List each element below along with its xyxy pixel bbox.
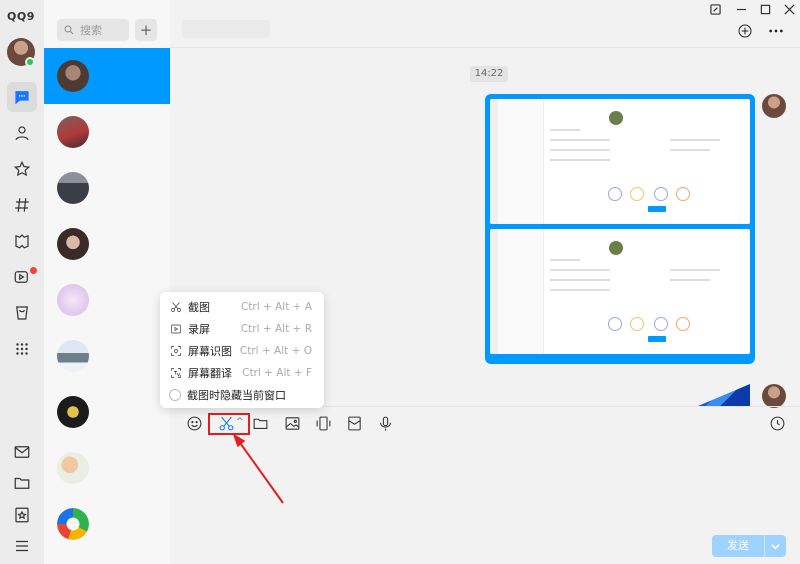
- message-timestamp: 14:22: [470, 66, 508, 82]
- screenshot-menu: 截图 Ctrl + Alt + A 录屏 Ctrl + Alt + R 屏幕识图…: [160, 292, 324, 408]
- menu-icon[interactable]: [7, 531, 37, 561]
- app-logo: QQ9: [7, 10, 35, 23]
- folder-icon[interactable]: [7, 468, 37, 498]
- history-icon[interactable]: [767, 413, 787, 433]
- microphone-icon[interactable]: [375, 413, 395, 433]
- image-message[interactable]: [698, 384, 750, 406]
- avatar: [57, 60, 89, 92]
- search-input[interactable]: 搜索: [57, 19, 129, 41]
- star-icon[interactable]: [7, 154, 37, 184]
- avatar: [57, 396, 89, 428]
- input-toolbar: ^: [170, 406, 800, 438]
- chat-title: [182, 20, 270, 38]
- mail-icon[interactable]: [7, 437, 37, 467]
- chevron-up-icon[interactable]: ^: [236, 417, 244, 427]
- list-item[interactable]: [44, 104, 170, 160]
- list-item[interactable]: [44, 216, 170, 272]
- add-button[interactable]: +: [135, 19, 157, 41]
- record-screen-icon: [169, 323, 182, 336]
- avatar: [57, 116, 89, 148]
- search-placeholder: 搜索: [80, 24, 102, 37]
- folder-icon[interactable]: [250, 413, 270, 433]
- add-chat-icon[interactable]: [736, 22, 754, 40]
- menu-item-screenshot[interactable]: 截图 Ctrl + Alt + A: [160, 296, 324, 318]
- apps-grid-icon[interactable]: [7, 334, 37, 364]
- note-icon[interactable]: [707, 2, 723, 16]
- list-item[interactable]: [44, 48, 170, 104]
- menu-item-screen-ocr[interactable]: 屏幕识图 Ctrl + Alt + O: [160, 340, 324, 362]
- avatar: [57, 340, 89, 372]
- chevron-down-icon: [771, 543, 780, 549]
- list-item[interactable]: [44, 328, 170, 384]
- hashtag-icon[interactable]: [7, 190, 37, 220]
- avatar: [57, 172, 89, 204]
- minimize-icon[interactable]: [733, 2, 749, 16]
- send-group: 发送: [712, 535, 786, 557]
- avatar: [57, 228, 89, 260]
- list-item[interactable]: [44, 160, 170, 216]
- send-options-button[interactable]: [764, 535, 786, 557]
- maximize-icon[interactable]: [757, 2, 773, 16]
- radio-icon[interactable]: [169, 389, 181, 401]
- avatar: [57, 284, 89, 316]
- close-icon[interactable]: [781, 2, 797, 16]
- avatar: [57, 452, 89, 484]
- list-item[interactable]: [44, 496, 170, 552]
- conversation-list: 搜索 +: [44, 0, 170, 564]
- chat-icon[interactable]: [7, 82, 37, 112]
- store-icon[interactable]: [7, 298, 37, 328]
- vibrate-icon[interactable]: [313, 413, 333, 433]
- more-icon[interactable]: [767, 22, 785, 40]
- avatar[interactable]: [762, 94, 786, 118]
- image-icon[interactable]: [282, 413, 302, 433]
- menu-item-screen-translate[interactable]: 屏幕翻译 Ctrl + Alt + F: [160, 362, 324, 384]
- screenshot-image[interactable]: [490, 229, 750, 354]
- chat-header: [170, 0, 800, 48]
- favorites-icon[interactable]: [7, 500, 37, 530]
- nav-rail: QQ9: [0, 0, 44, 564]
- screen-ocr-icon: [169, 345, 182, 358]
- unread-dot: [30, 267, 37, 274]
- list-item[interactable]: [44, 440, 170, 496]
- menu-item-hide-window[interactable]: 截图时隐藏当前窗口: [160, 384, 324, 406]
- screenshot-image[interactable]: [490, 99, 750, 224]
- game-icon[interactable]: [7, 226, 37, 256]
- screen-translate-icon: [169, 367, 182, 380]
- scissors-icon[interactable]: [216, 413, 236, 433]
- avatar: [57, 508, 89, 540]
- send-button[interactable]: 发送: [712, 535, 764, 557]
- online-status-badge: [25, 57, 35, 67]
- scissors-icon: [169, 301, 182, 314]
- red-packet-icon[interactable]: [344, 413, 364, 433]
- contacts-icon[interactable]: [7, 118, 37, 148]
- image-message[interactable]: [485, 94, 755, 364]
- menu-item-record-screen[interactable]: 录屏 Ctrl + Alt + R: [160, 318, 324, 340]
- search-icon: [64, 25, 74, 35]
- emoji-icon[interactable]: [184, 413, 204, 433]
- list-item[interactable]: [44, 272, 170, 328]
- list-item[interactable]: [44, 384, 170, 440]
- avatar[interactable]: [762, 384, 786, 408]
- chat-panel: 14:22 ^ 发送: [170, 0, 800, 564]
